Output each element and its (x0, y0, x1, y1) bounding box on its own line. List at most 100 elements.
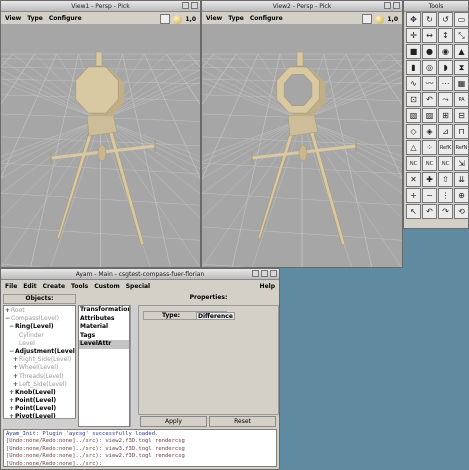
object-tree-hscroll[interactable] (3, 418, 76, 427)
rational-icon[interactable]: RefK (438, 140, 453, 155)
main-close-button[interactable] (270, 270, 277, 277)
tree-item[interactable]: +Right_Side(Level) (4, 356, 75, 364)
birail-icon[interactable]: ⊟ (454, 108, 469, 123)
tree-item[interactable]: +Wheel(Level) (4, 364, 75, 372)
lattice-icon[interactable]: ▦ (454, 76, 469, 91)
view1-grid-icon[interactable] (160, 14, 171, 24)
tree-item[interactable]: Cylinder (4, 332, 75, 340)
gordon-icon[interactable]: ⊞ (438, 108, 453, 123)
delete-point-icon[interactable]: − (422, 188, 437, 203)
view2-grid-icon[interactable] (362, 14, 373, 24)
scale-uniform-icon[interactable]: ⤡ (454, 28, 469, 43)
view2-sphere-icon[interactable] (375, 14, 385, 24)
view1-maximize-button[interactable] (191, 2, 198, 9)
box-icon[interactable]: ■ (406, 44, 421, 59)
menu-custom[interactable]: Custom (94, 283, 120, 290)
view1-menu-view[interactable]: View (5, 15, 21, 22)
view2-maximize-button[interactable] (393, 2, 400, 9)
view2-titlebar[interactable]: View2 - Persp - Pick (202, 1, 402, 12)
view1-menu-type[interactable]: Type (27, 15, 43, 22)
view2-minimize-button[interactable] (384, 2, 391, 9)
skin-icon[interactable]: PA (454, 92, 469, 107)
nurbs-patch-alt-icon[interactable]: ▨ (422, 108, 437, 123)
pm-mesh-icon[interactable]: ◇ (406, 124, 421, 139)
extrude-icon[interactable]: ⊡ (406, 92, 421, 107)
tree-item[interactable]: +Point(Level) (4, 405, 75, 413)
main-minimize-button[interactable] (252, 270, 259, 277)
property-item[interactable]: Material (79, 323, 129, 332)
tree-item[interactable]: −Ring(Level) (4, 323, 75, 331)
object-tree[interactable]: +Root −Compass(Level) −Ring(Level) Cylinder… (3, 305, 76, 427)
cap-icon[interactable]: ⊓ (454, 124, 469, 139)
refine-icon[interactable]: ⇊ (454, 172, 469, 187)
cylinder-icon[interactable]: ▮ (406, 60, 421, 75)
concat-icon[interactable]: ⊕ (454, 188, 469, 203)
property-list[interactable]: Transformations Attributes Material Tags Lev… (78, 305, 130, 427)
menu-create[interactable]: Create (43, 283, 65, 290)
nc-curve-icon[interactable]: NC (406, 156, 421, 171)
triangle-icon[interactable]: △ (406, 140, 421, 155)
tree-item[interactable]: +Root (4, 307, 75, 315)
tree-item[interactable]: +Left_Side(Level) (4, 381, 75, 389)
property-list-scrollbar[interactable] (130, 305, 137, 427)
paraboloid-icon[interactable]: ◗ (438, 60, 453, 75)
view2-menu-configure[interactable]: Configure (250, 15, 283, 22)
split-icon[interactable]: ⋮ (438, 188, 453, 203)
move-icon[interactable]: ✥ (406, 12, 421, 27)
curve-icon[interactable]: ∿ (406, 76, 421, 91)
redo-icon[interactable]: ↷ (438, 204, 453, 219)
view1-viewport[interactable] (1, 24, 200, 267)
menu-special[interactable]: Special (126, 283, 150, 290)
nc-curve-sel-icon[interactable]: NC (438, 156, 453, 171)
tree-item[interactable]: +Knob(Level) (4, 389, 75, 397)
view2-menu-view[interactable]: View (206, 15, 222, 22)
select-icon[interactable]: ↖ (406, 204, 421, 219)
cone-icon[interactable]: ▲ (454, 44, 469, 59)
view2-window[interactable]: View2 - Persp - Pick View Type Configure… (201, 0, 403, 268)
menu-file[interactable]: File (5, 283, 17, 290)
main-maximize-button[interactable] (261, 270, 268, 277)
property-item[interactable]: LevelAttr (79, 340, 129, 349)
knot-alt-icon[interactable]: ✚ (422, 172, 437, 187)
collapse-icon[interactable]: ⇲ (454, 156, 469, 171)
property-item[interactable]: Tags (79, 332, 129, 341)
view1-titlebar[interactable]: View1 - Persp - Pick (1, 1, 200, 12)
apply-button[interactable]: Apply (140, 416, 207, 427)
nurbs-patch-icon[interactable]: ▧ (406, 108, 421, 123)
menu-edit[interactable]: Edit (23, 283, 36, 290)
view1-window[interactable]: View1 - Persp - Pick View Type Configure… (0, 0, 201, 268)
main-window[interactable]: Ayam - Main - csgtest-compass-fuer-flori… (0, 268, 280, 470)
spline-icon[interactable]: 〰 (422, 76, 437, 91)
insert-point-icon[interactable]: + (406, 188, 421, 203)
type-value[interactable]: Difference (196, 312, 235, 320)
tree-item[interactable]: −Adjustment(Level) (4, 348, 75, 356)
property-item[interactable]: Attributes (79, 315, 129, 324)
scale-icon[interactable]: ▭ (454, 12, 469, 27)
sweep-icon[interactable]: ⤳ (438, 92, 453, 107)
bevel-icon[interactable]: ⊿ (438, 124, 453, 139)
rotate-icon[interactable]: ↻ (422, 12, 437, 27)
view1-sphere-icon[interactable] (173, 14, 183, 24)
menu-tools[interactable]: Tools (71, 283, 88, 290)
menu-help[interactable]: Help (260, 283, 275, 290)
nc-curve-alt-icon[interactable]: NC (422, 156, 437, 171)
edit-points-icon[interactable]: ⋯ (438, 76, 453, 91)
reset-button[interactable]: Reset (209, 416, 276, 427)
view1-minimize-button[interactable] (182, 2, 189, 9)
tree-item[interactable]: +Threads(Level) (4, 373, 75, 381)
revolve-icon[interactable]: ↶ (422, 92, 437, 107)
console[interactable]: Ayam_Init: Plugin 'aycsg' successfully l… (3, 429, 277, 467)
pm-mesh-alt-icon[interactable]: ◈ (422, 124, 437, 139)
view2-viewport[interactable] (202, 24, 402, 267)
scale-horizontal-icon[interactable]: ↔ (422, 28, 437, 43)
grid-dots-icon[interactable]: ⁘ (422, 140, 437, 155)
undo-icon[interactable]: ↶ (422, 204, 437, 219)
tree-item[interactable]: Level (4, 340, 75, 348)
disk-icon[interactable]: ◉ (438, 44, 453, 59)
main-titlebar[interactable]: Ayam - Main - csgtest-compass-fuer-flori… (1, 269, 279, 280)
tree-item[interactable]: −Compass(Level) (4, 315, 75, 323)
revert-icon[interactable]: ⟲ (454, 204, 469, 219)
sphere-icon[interactable]: ● (422, 44, 437, 59)
tweak-icon[interactable]: RefN (454, 140, 469, 155)
view2-menu-type[interactable]: Type (228, 15, 244, 22)
